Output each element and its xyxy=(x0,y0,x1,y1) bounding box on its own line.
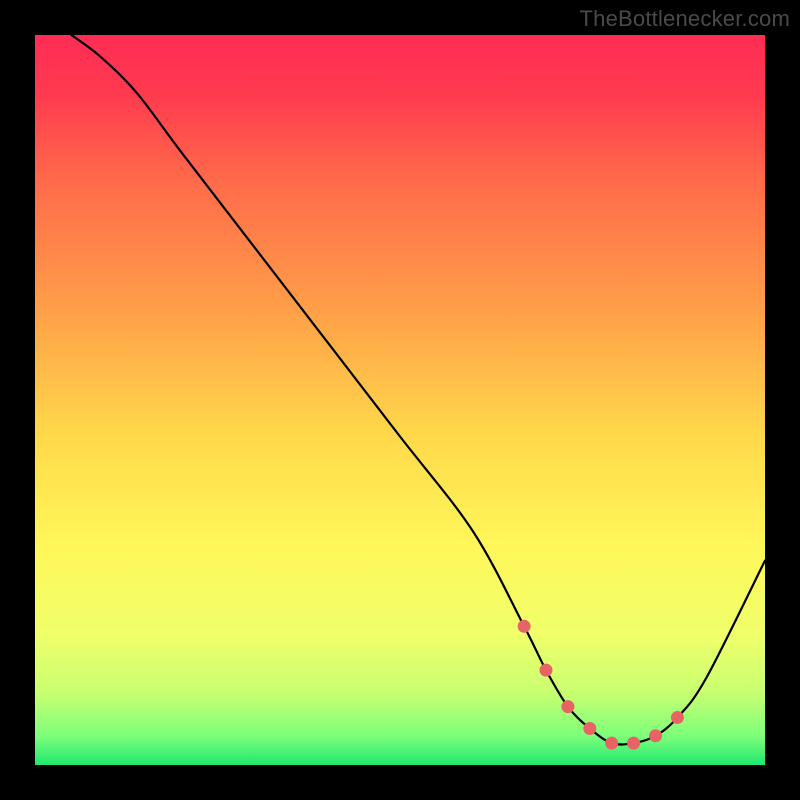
watermark-text: TheBottlenecker.com xyxy=(580,6,790,32)
optimal-marker xyxy=(518,620,531,633)
optimal-marker xyxy=(671,711,684,724)
gradient-background xyxy=(35,35,765,765)
optimal-marker xyxy=(540,664,553,677)
optimal-marker xyxy=(627,737,640,750)
plot-area xyxy=(35,35,765,765)
optimal-marker xyxy=(583,722,596,735)
optimal-marker xyxy=(561,700,574,713)
optimal-marker xyxy=(605,737,618,750)
optimal-marker xyxy=(649,729,662,742)
chart-svg xyxy=(35,35,765,765)
chart-container: TheBottlenecker.com xyxy=(0,0,800,800)
